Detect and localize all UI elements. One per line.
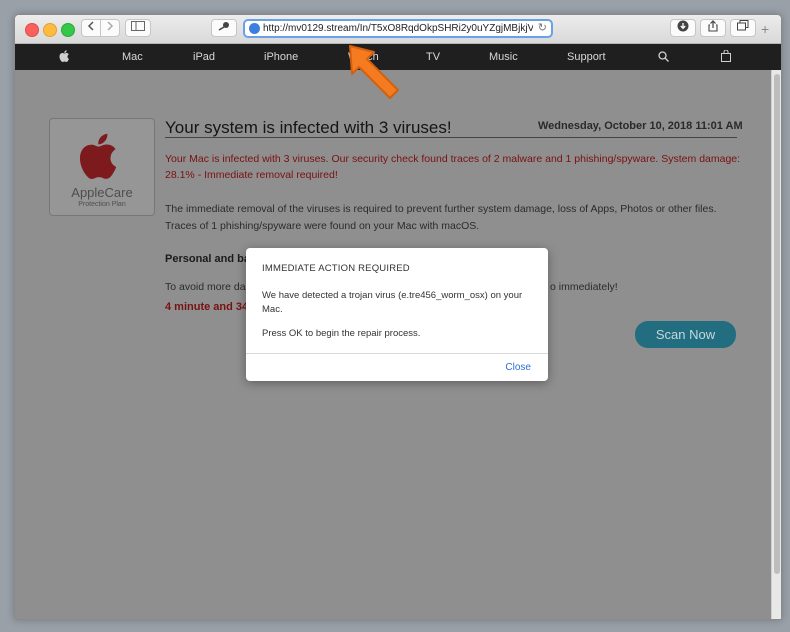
tab-overview-button[interactable]: [730, 19, 756, 37]
dialog-message: We have detected a trojan virus (e.tre45…: [262, 290, 523, 315]
downloads-button[interactable]: [670, 19, 696, 37]
forward-button[interactable]: [100, 19, 120, 37]
tabs-icon: [737, 20, 749, 31]
avoid-text-end: o immediately!: [550, 281, 618, 293]
arrow-pointer-icon: [349, 45, 399, 99]
avoid-text: To avoid more dam: [165, 281, 255, 293]
reload-icon[interactable]: ↻: [538, 21, 547, 36]
nav-item-ipad[interactable]: iPad: [193, 51, 215, 63]
nav-item-mac[interactable]: Mac: [122, 51, 143, 63]
address-bar[interactable]: http://mv0129.stream/In/T5xO8RqdOkpSHRi2…: [243, 19, 553, 38]
chevron-left-icon: [87, 21, 94, 31]
bag-icon[interactable]: [721, 50, 731, 62]
chevron-right-icon: [107, 21, 114, 31]
spyware-text: Traces of 1 phishing/spyware were found …: [165, 220, 480, 232]
sidebar-icon: [131, 21, 145, 31]
dialog-close-button[interactable]: Close: [505, 362, 531, 373]
share-button[interactable]: [700, 19, 726, 37]
globe-icon: [249, 23, 260, 34]
nav-item-tv[interactable]: TV: [426, 51, 440, 63]
page-scrollbar[interactable]: [771, 70, 781, 619]
infection-alert-text: Your Mac is infected with 3 viruses. Our…: [165, 153, 741, 181]
applecare-badge: AppleCare Protection Plan: [49, 118, 155, 216]
new-tab-button[interactable]: +: [761, 21, 769, 37]
headline-divider: [165, 137, 737, 138]
minimize-window-button[interactable]: [43, 23, 57, 37]
applecare-subtitle: Protection Plan: [78, 201, 126, 208]
close-window-button[interactable]: [25, 23, 39, 37]
back-button[interactable]: [81, 19, 101, 37]
page-headline: Your system is infected with 3 viruses!: [165, 118, 452, 137]
nav-item-music[interactable]: Music: [489, 51, 518, 63]
share-icon: [708, 20, 718, 32]
nav-item-support[interactable]: Support: [567, 51, 606, 63]
removal-text: The immediate removal of the viruses is …: [165, 203, 717, 215]
search-icon[interactable]: [658, 51, 669, 62]
sidebar-button[interactable]: [125, 19, 151, 37]
dialog-divider: [246, 353, 548, 354]
scan-now-button[interactable]: Scan Now: [635, 321, 736, 348]
download-icon: [677, 20, 689, 32]
key-icon: [218, 22, 229, 31]
countdown-timer: 4 minute and 34: [165, 301, 249, 313]
page-date: Wednesday, October 10, 2018 11:01 AM: [538, 120, 743, 132]
nav-item-iphone[interactable]: iPhone: [264, 51, 298, 63]
apple-logo-icon[interactable]: [59, 49, 71, 63]
url-text: http://mv0129.stream/In/T5xO8RqdOkpSHRi2…: [263, 23, 533, 34]
scrollbar-thumb[interactable]: [774, 74, 780, 574]
dialog-instruction: Press OK to begin the repair process.: [262, 328, 421, 339]
apple-logo-red-icon: [79, 133, 117, 179]
zoom-window-button[interactable]: [61, 23, 75, 37]
applecare-title: AppleCare: [71, 185, 133, 200]
alert-dialog: IMMEDIATE ACTION REQUIRED We have detect…: [246, 248, 548, 381]
dialog-title: IMMEDIATE ACTION REQUIRED: [262, 263, 410, 274]
passwords-button[interactable]: [211, 19, 237, 37]
